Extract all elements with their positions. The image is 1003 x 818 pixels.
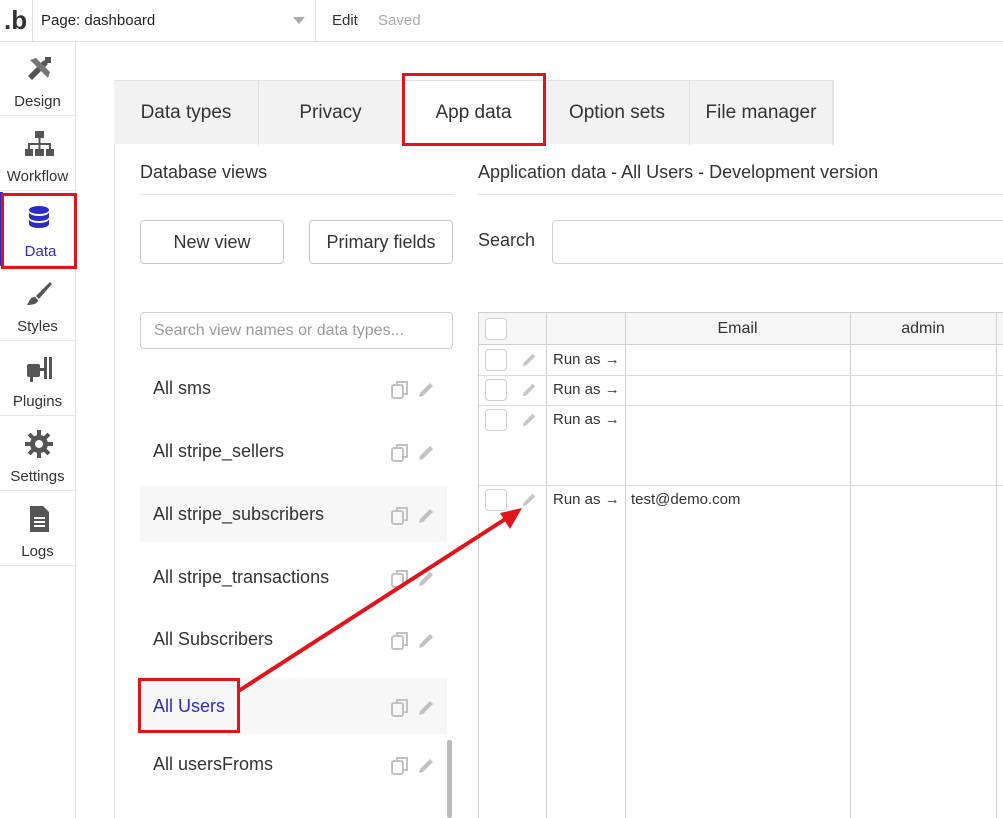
sidebar-item-design[interactable]: Design — [0, 42, 75, 116]
pencil-icon[interactable] — [416, 380, 436, 400]
run-as-link[interactable]: Run as → — [553, 411, 620, 428]
sidebar-item-label: Styles — [17, 318, 58, 335]
copy-icon[interactable] — [390, 756, 410, 776]
view-name: All stripe_subscribers — [153, 504, 325, 524]
data-table: Email admin Run as → Run as → Run as → R… — [478, 312, 1003, 818]
tab-data-types[interactable]: Data types — [114, 81, 259, 145]
run-as-link[interactable]: Run as → — [553, 351, 620, 368]
highlight-box-app-data — [402, 73, 546, 146]
workflow-icon — [25, 131, 54, 156]
gear-icon — [25, 430, 53, 458]
sidebar-item-workflow[interactable]: Workflow — [0, 117, 75, 191]
list-item[interactable]: All sms — [140, 360, 447, 416]
page-selector[interactable]: Page: dashboard — [32, 0, 316, 42]
row-checkbox[interactable] — [485, 349, 507, 371]
view-search-input[interactable] — [140, 312, 453, 349]
run-as-link[interactable]: Run as → — [553, 381, 620, 398]
list-item[interactable]: All stripe_sellers — [140, 423, 447, 479]
sidebar-item-label: Workflow — [6, 168, 69, 185]
view-name: All stripe_sellers — [153, 441, 285, 461]
pencil-icon[interactable] — [416, 443, 436, 463]
edit-menu[interactable]: Edit — [332, 12, 358, 29]
email-cell[interactable]: test@demo.com — [631, 491, 740, 508]
search-input[interactable] — [552, 220, 1003, 264]
sidebar-item-label: Settings — [10, 468, 65, 485]
list-item[interactable]: All stripe_transactions — [140, 549, 447, 605]
save-status: Saved — [378, 12, 421, 29]
plug-icon — [27, 357, 52, 382]
pencil-icon[interactable] — [416, 698, 436, 718]
sidebar-item-settings[interactable]: Settings — [0, 417, 75, 491]
view-name: All stripe_transactions — [153, 567, 330, 587]
pencil-icon[interactable] — [520, 351, 538, 369]
pencil-icon[interactable] — [416, 569, 436, 589]
column-header-email[interactable]: Email — [625, 320, 850, 338]
page-selector-label: Page: dashboard — [41, 12, 156, 29]
column-divider — [546, 313, 547, 818]
row-checkbox[interactable] — [485, 379, 507, 401]
row-checkbox[interactable] — [485, 489, 507, 511]
copy-icon[interactable] — [390, 631, 410, 651]
pencil-icon[interactable] — [520, 491, 538, 509]
tab-option-sets[interactable]: Option sets — [545, 81, 690, 145]
column-divider — [850, 313, 851, 818]
copy-icon[interactable] — [390, 380, 410, 400]
column-divider — [625, 313, 626, 818]
list-item[interactable]: All stripe_subscribers — [140, 486, 447, 542]
pencil-icon[interactable] — [416, 506, 436, 526]
chevron-down-icon — [293, 17, 305, 24]
pencil-icon[interactable] — [520, 381, 538, 399]
top-bar: .b Page: dashboard Edit Saved — [0, 0, 1003, 42]
tab-file-manager[interactable]: File manager — [690, 81, 833, 145]
copy-icon[interactable] — [390, 569, 410, 589]
view-name: All usersFroms — [153, 754, 274, 774]
left-sidebar: Design Workflow Data Styles Plugins Sett… — [0, 42, 76, 818]
pencil-icon[interactable] — [416, 631, 436, 651]
sidebar-item-label: Plugins — [12, 393, 63, 410]
search-label: Search — [478, 230, 536, 250]
sidebar-item-label: Logs — [21, 543, 54, 560]
primary-fields-button[interactable]: Primary fields — [309, 220, 453, 264]
list-item[interactable]: All Subscribers — [140, 611, 447, 667]
new-view-button[interactable]: New view — [140, 220, 284, 264]
column-divider — [996, 313, 997, 818]
highlight-box-data — [1, 193, 77, 269]
database-views-title: Database views — [140, 162, 268, 182]
document-icon — [30, 506, 49, 532]
sidebar-item-logs[interactable]: Logs — [0, 492, 75, 566]
run-as-link[interactable]: Run as → — [553, 491, 620, 508]
divider — [478, 194, 1003, 195]
sidebar-item-plugins[interactable]: Plugins — [0, 342, 75, 416]
divider — [140, 194, 454, 195]
pencil-icon[interactable] — [520, 411, 538, 429]
column-header-admin[interactable]: admin — [850, 320, 996, 338]
view-name: All sms — [153, 378, 211, 398]
tab-privacy[interactable]: Privacy — [259, 81, 403, 145]
views-scrollbar[interactable] — [447, 740, 452, 818]
row-divider — [479, 405, 1003, 406]
copy-icon[interactable] — [390, 443, 410, 463]
row-divider — [479, 375, 1003, 376]
list-item[interactable]: All usersFroms — [140, 736, 447, 792]
sidebar-item-styles[interactable]: Styles — [0, 267, 75, 341]
copy-icon[interactable] — [390, 698, 410, 718]
select-all-checkbox[interactable] — [485, 318, 507, 340]
row-checkbox[interactable] — [485, 409, 507, 431]
sidebar-item-label: Design — [14, 93, 61, 110]
design-icon — [28, 57, 51, 80]
view-name: All Subscribers — [153, 629, 274, 649]
bubble-logo[interactable]: .b — [4, 6, 32, 36]
app-data-title: Application data - All Users - Developme… — [478, 162, 879, 182]
row-divider — [479, 485, 1003, 486]
table-header: Email admin — [479, 313, 1003, 345]
highlight-box-all-users — [138, 678, 240, 733]
copy-icon[interactable] — [390, 506, 410, 526]
pencil-icon[interactable] — [416, 756, 436, 776]
brush-icon — [27, 282, 52, 305]
